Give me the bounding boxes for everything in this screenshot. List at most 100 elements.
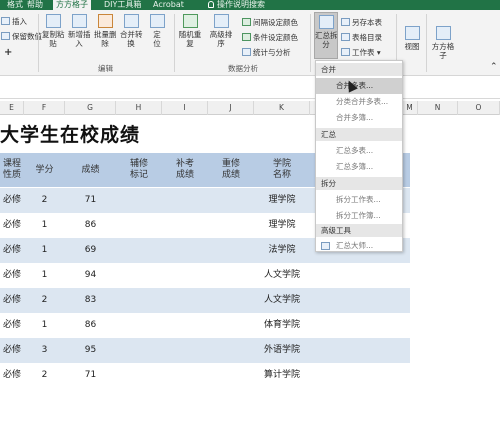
interval-color-button[interactable]: 间隔设定颜色	[242, 17, 298, 28]
table-cell[interactable]: 算计学院	[254, 363, 310, 388]
table-cell[interactable]: 外语学院	[254, 338, 310, 363]
copy-paste-button[interactable]: 复制粘 贴	[42, 14, 65, 48]
tab-tell-me[interactable]: 操作说明搜索	[205, 0, 268, 10]
table-cell[interactable]: 94	[65, 263, 116, 288]
locate-button[interactable]: 定 位	[146, 14, 168, 48]
insert-button[interactable]: 插入	[1, 16, 27, 27]
table-cell[interactable]	[162, 288, 208, 313]
menu-item-category-merge[interactable]: 分类合并多表...	[316, 94, 402, 110]
table-cell[interactable]	[162, 363, 208, 388]
column-header[interactable]: N	[418, 101, 458, 115]
table-cell[interactable]	[208, 188, 254, 213]
table-cell[interactable]: 必修	[0, 338, 24, 363]
table-cell[interactable]: 2	[24, 288, 65, 313]
column-header[interactable]: F	[24, 101, 65, 115]
table-cell[interactable]: 1	[24, 263, 65, 288]
table-cell[interactable]: 86	[65, 313, 116, 338]
plus-button[interactable]: +	[4, 47, 12, 58]
table-cell[interactable]	[162, 338, 208, 363]
table-cell[interactable]: 必修	[0, 213, 24, 238]
table-cell[interactable]: 必修	[0, 313, 24, 338]
menu-item-split-book[interactable]: 拆分工作簿...	[316, 208, 402, 224]
menu-item-summary-books[interactable]: 汇总多簿...	[316, 159, 402, 175]
advanced-sort-button[interactable]: 高级排 序	[207, 14, 235, 48]
column-header[interactable]: O	[458, 101, 500, 115]
new-insert-button[interactable]: 新增插 入	[68, 14, 91, 48]
table-cell[interactable]: 必修	[0, 263, 24, 288]
column-header[interactable]: K	[254, 101, 310, 115]
header-retake-score[interactable]: 重修 成绩	[208, 153, 254, 187]
column-header[interactable]: I	[162, 101, 208, 115]
column-header[interactable]: H	[116, 101, 162, 115]
menu-item-summary-master[interactable]: 汇总大师...	[316, 238, 402, 254]
menu-item-summary-sheets[interactable]: 汇总多表...	[316, 143, 402, 159]
table-cell[interactable]: 95	[65, 338, 116, 363]
keep-values-button[interactable]: 保留数值	[1, 31, 42, 42]
tab-format[interactable]: 格式	[4, 0, 26, 10]
table-cell[interactable]: 必修	[0, 238, 24, 263]
tab-diy-toolbox[interactable]: DIY工具箱	[101, 0, 144, 10]
header-course-type[interactable]: 课程 性质	[0, 153, 24, 187]
view-button[interactable]: 视图	[402, 26, 422, 51]
table-cell[interactable]	[208, 213, 254, 238]
table-cell[interactable]	[208, 363, 254, 388]
table-cell[interactable]: 3	[24, 338, 65, 363]
sheet-dir-button[interactable]: 表格目录	[341, 32, 382, 43]
table-cell[interactable]: 法学院	[254, 238, 310, 263]
table-cell[interactable]	[162, 238, 208, 263]
tab-acrobat[interactable]: Acrobat	[150, 0, 187, 10]
table-cell[interactable]	[162, 213, 208, 238]
table-cell[interactable]	[162, 263, 208, 288]
table-cell[interactable]	[116, 338, 162, 363]
header-score[interactable]: 成绩	[65, 153, 116, 187]
table-cell[interactable]: 人文学院	[254, 263, 310, 288]
table-cell[interactable]	[208, 288, 254, 313]
column-header[interactable]: J	[208, 101, 254, 115]
table-cell[interactable]: 71	[65, 188, 116, 213]
table-cell[interactable]: 2	[24, 363, 65, 388]
column-header[interactable]: E	[0, 101, 24, 115]
tab-ffgz[interactable]: 方方格子	[53, 0, 91, 10]
table-cell[interactable]: 必修	[0, 363, 24, 388]
table-cell[interactable]: 2	[24, 188, 65, 213]
ffgz-button[interactable]: 方方格 子	[430, 26, 456, 60]
table-cell[interactable]	[116, 313, 162, 338]
table-cell[interactable]	[116, 363, 162, 388]
workbook-button[interactable]: 工作表 ▾	[341, 47, 381, 58]
table-cell[interactable]	[116, 288, 162, 313]
condition-color-button[interactable]: 条件设定颜色	[242, 32, 298, 43]
column-header[interactable]: G	[65, 101, 116, 115]
header-credit[interactable]: 学分	[24, 153, 65, 187]
table-cell[interactable]	[208, 238, 254, 263]
stats-analysis-button[interactable]: 统计与分析	[242, 47, 291, 58]
table-cell[interactable]	[162, 188, 208, 213]
table-cell[interactable]: 69	[65, 238, 116, 263]
tab-help[interactable]: 帮助	[24, 0, 46, 10]
column-header[interactable]: M	[402, 101, 418, 115]
sheet-title[interactable]: 大学生在校成绩	[0, 120, 140, 147]
table-cell[interactable]: 体育学院	[254, 313, 310, 338]
table-cell[interactable]: 1	[24, 238, 65, 263]
batch-delete-button[interactable]: 批量删 除	[94, 14, 117, 48]
table-cell[interactable]: 理学院	[254, 188, 310, 213]
table-cell[interactable]: 83	[65, 288, 116, 313]
table-cell[interactable]: 1	[24, 313, 65, 338]
table-cell[interactable]	[116, 213, 162, 238]
collapse-ribbon-icon[interactable]: ⌃	[490, 62, 498, 72]
table-cell[interactable]: 71	[65, 363, 116, 388]
table-cell[interactable]	[208, 313, 254, 338]
menu-item-merge-books[interactable]: 合并多簿...	[316, 110, 402, 126]
table-cell[interactable]: 必修	[0, 288, 24, 313]
table-cell[interactable]	[208, 338, 254, 363]
table-cell[interactable]: 1	[24, 213, 65, 238]
table-cell[interactable]: 人文学院	[254, 288, 310, 313]
save-sheet-button[interactable]: 另存本表	[341, 17, 382, 28]
table-cell[interactable]	[116, 238, 162, 263]
table-cell[interactable]: 必修	[0, 188, 24, 213]
table-cell[interactable]	[162, 313, 208, 338]
table-cell[interactable]	[116, 263, 162, 288]
header-makeup-score[interactable]: 补考 成绩	[162, 153, 208, 187]
header-minor-mark[interactable]: 辅修 标记	[116, 153, 162, 187]
table-cell[interactable]: 86	[65, 213, 116, 238]
table-cell[interactable]: 理学院	[254, 213, 310, 238]
